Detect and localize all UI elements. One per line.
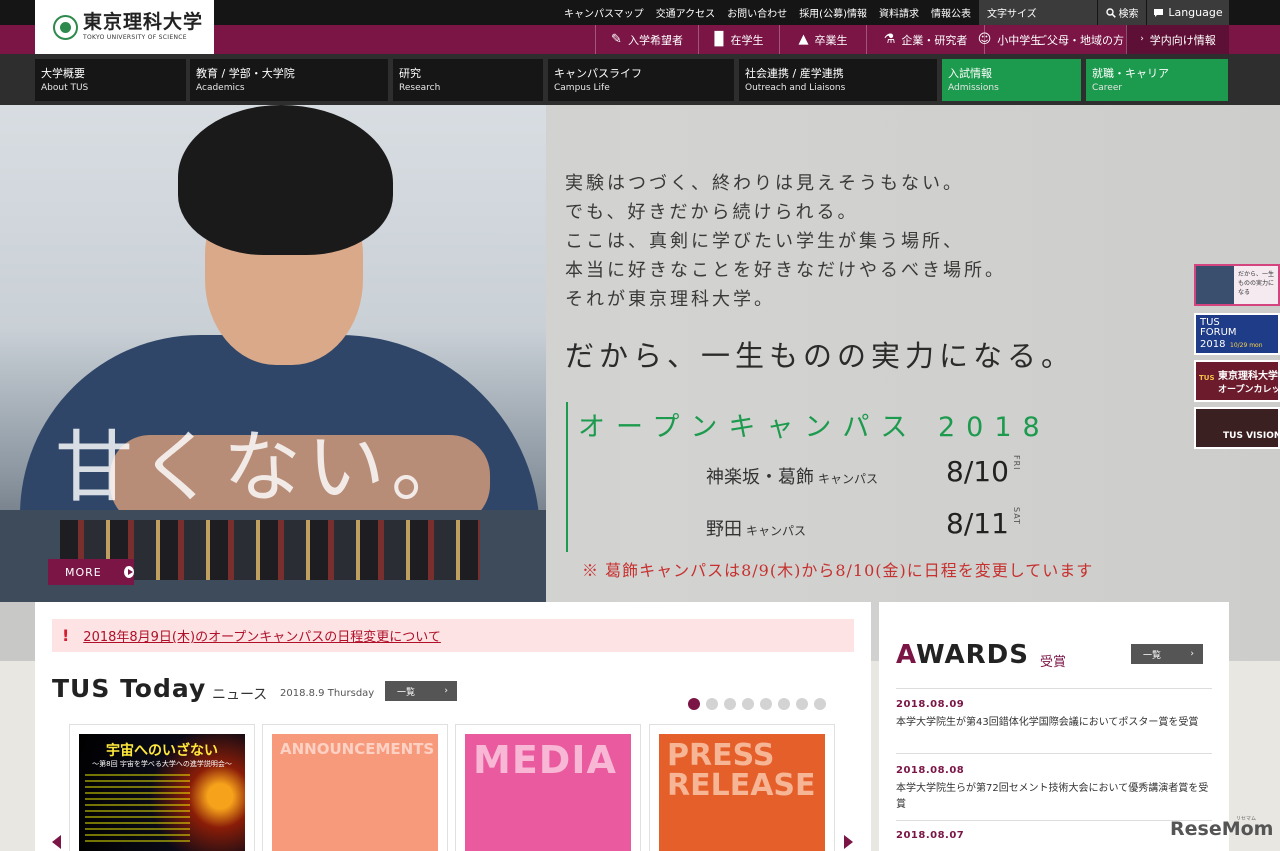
carousel-dot[interactable] (814, 698, 826, 710)
play-icon (123, 566, 134, 578)
carousel-dot[interactable] (796, 698, 808, 710)
news-subtitle: ニュース (212, 687, 268, 703)
nav-research[interactable]: 研究 Research (393, 59, 543, 101)
hero-overlay-text: 甘くない。 (55, 423, 476, 513)
news-card-space[interactable]: 宇宙へのいざない ～第8回 宇宙を学べる大学への進学説明会～ (69, 724, 255, 851)
logo-subtitle: TOKYO UNIVERSITY OF SCIENCE (83, 34, 187, 41)
open-campus-divider (566, 402, 568, 552)
side-banner-concept[interactable]: だから、一生ものの実力になる (1194, 264, 1280, 306)
top-link-campus-map[interactable]: キャンパスマップ (564, 5, 644, 20)
award-link[interactable]: 本学大学院生が第43回錯体化学国際会議においてポスター賞を受賞 (896, 715, 1214, 731)
watermark-small: リセマム (1236, 816, 1257, 822)
child-icon: ☺ (977, 32, 992, 47)
awards-list-button[interactable]: 一覧 › (1131, 644, 1203, 664)
carousel-dot[interactable] (724, 698, 736, 710)
search-button[interactable]: 検索 (1098, 0, 1146, 25)
news-card-announcements[interactable]: ANNOUNCEMENTS (262, 724, 448, 851)
carousel-dot[interactable] (778, 698, 790, 710)
logo-emblem-icon (53, 14, 78, 40)
audience-link-applicants[interactable]: ✎ 入学希望者 (595, 25, 698, 54)
schedule-change-notice: ※ 葛飾キャンパスは8/9(木)から8/10(金)に日程を変更しています (582, 561, 1094, 580)
pencil-icon: ✎ (611, 32, 622, 47)
campus-noda: 野田 キャンパス (706, 519, 807, 540)
side-banner-vision[interactable]: TUS VISION 150 (1194, 407, 1280, 449)
carousel-next-icon[interactable] (844, 835, 853, 849)
alert-link[interactable]: 2018年8月9日(木)のオープンキャンパスの日程変更について (83, 626, 441, 645)
audience-link-kids[interactable]: ☺ 小中学生 (978, 25, 1041, 54)
award-date: 2018.08.09 (896, 699, 965, 710)
speech-bubble-icon (1154, 8, 1164, 17)
book-icon: ▉ (714, 32, 725, 47)
campus-kagurazaka: 神楽坂・葛飾 キャンパス (706, 467, 879, 488)
hero-more-button[interactable]: MORE (48, 559, 134, 585)
nav-about[interactable]: 大学概要 About TUS (35, 59, 186, 101)
hero-photo (0, 105, 546, 602)
chevron-right-icon: › (1140, 34, 1144, 44)
award-date: 2018.08.07 (896, 830, 965, 841)
awards-subtitle: 受賞 (1040, 655, 1067, 670)
alert-banner[interactable]: ! 2018年8月9日(木)のオープンキャンパスの日程変更について (52, 619, 854, 652)
carousel-dot[interactable] (760, 698, 772, 710)
logo-title: 東京理科大学 (83, 11, 204, 33)
news-date: 2018.8.9 Thursday (280, 688, 375, 699)
carousel-dot[interactable] (688, 698, 700, 710)
more-label: MORE (65, 565, 102, 579)
carousel-dots (688, 698, 826, 710)
hero-poem: 実験はつづく、終わりは見えそうもない。 でも、好きだから続けられる。 ここは、真… (565, 173, 1006, 310)
search-label: 検索 (1118, 9, 1139, 20)
side-banner-forum[interactable]: TUS FORUM 2018 10/29 mon (1194, 313, 1280, 355)
news-card-media[interactable]: MEDIA (455, 724, 641, 851)
audience-link-industry[interactable]: ⚗ 企業・研究者 (866, 25, 984, 54)
audience-link-students[interactable]: ▉ 在学生 (698, 25, 779, 54)
site-logo[interactable]: 東京理科大学 TOKYO UNIVERSITY OF SCIENCE (35, 0, 214, 54)
nav-admissions[interactable]: 入試情報 Admissions (942, 59, 1081, 101)
news-title: TUS Today (52, 674, 207, 703)
chevron-right-icon: › (444, 686, 448, 696)
language-label: Language (1168, 6, 1223, 19)
nav-career[interactable]: 就職・キャリア Career (1086, 59, 1228, 101)
news-card-press-release[interactable]: PRESS RELEASE (649, 724, 835, 851)
date-kagurazaka: 8/10 FRI (946, 455, 1021, 488)
news-list-button[interactable]: 一覧 › (385, 681, 457, 701)
utility-links: キャンパスマップ 交通アクセス お問い合わせ 採用(公募)情報 資料請求 情報公… (564, 0, 971, 25)
audience-link-internal[interactable]: › 学内向け情報 (1126, 25, 1229, 54)
chevron-right-icon: › (1190, 649, 1194, 659)
open-campus-title: オープンキャンパス 2018 (578, 412, 1051, 443)
date-noda: 8/11 SAT (946, 507, 1021, 540)
top-link-contact[interactable]: お問い合わせ (727, 5, 787, 20)
font-size-control[interactable]: 文字サイズ (979, 0, 1097, 25)
side-banner-open-college[interactable]: TUS 東京理科大学 オープンカレッジ (1194, 360, 1280, 402)
search-icon (1105, 7, 1116, 18)
flask-icon: ⚗ (883, 32, 896, 47)
award-date: 2018.08.08 (896, 765, 965, 776)
alert-icon: ! (62, 626, 70, 645)
carousel-prev-icon[interactable] (52, 835, 61, 849)
hero-tagline: だから、一生ものの実力になる。 (565, 339, 1076, 373)
awards-title: AWARDS (896, 640, 1029, 670)
carousel-dot[interactable] (706, 698, 718, 710)
top-link-access[interactable]: 交通アクセス (656, 5, 716, 20)
nav-outreach[interactable]: 社会連携 / 産学連携 Outreach and Liaisons (739, 59, 937, 101)
hero-banner[interactable]: 甘くない。 MORE 実験はつづく、終わりは見えそうもない。 でも、好きだから続… (0, 105, 1280, 661)
nav-academics[interactable]: 教育 / 学部・大学院 Academics (190, 59, 388, 101)
graduation-cap-icon: ▲ (798, 32, 809, 47)
top-link-brochure[interactable]: 資料請求 (879, 5, 919, 20)
carousel-dot[interactable] (742, 698, 754, 710)
top-link-recruit[interactable]: 採用(公募)情報 (799, 5, 867, 20)
top-link-disclosure[interactable]: 情報公表 (931, 5, 971, 20)
language-button[interactable]: Language (1147, 0, 1229, 25)
nav-campus-life[interactable]: キャンパスライフ Campus Life (548, 59, 734, 101)
audience-link-alumni[interactable]: ▲ 卒業生 (779, 25, 866, 54)
watermark: ReseMom (1170, 818, 1274, 840)
award-link[interactable]: 本学大学院生らが第72回セメント技術大会において優秀講演者賞を受賞 (896, 781, 1214, 813)
audience-link-parents[interactable]: ご父母・地域の方 (1034, 25, 1126, 54)
